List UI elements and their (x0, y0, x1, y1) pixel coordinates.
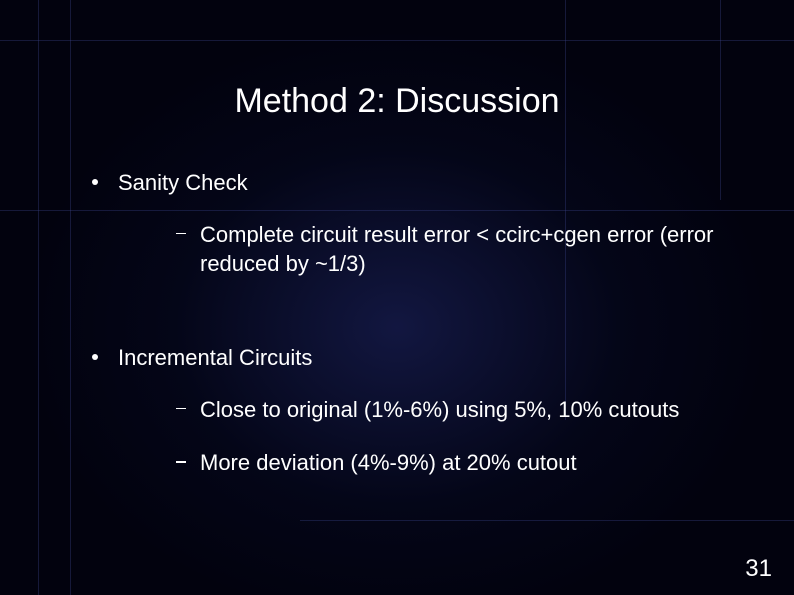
bullet-incremental-circuits: Incremental Circuits Close to original (… (86, 343, 754, 478)
bullet-label: Incremental Circuits (118, 345, 312, 370)
slide-content: Sanity Check Complete circuit result err… (86, 168, 754, 502)
bullet-sanity-check: Sanity Check Complete circuit result err… (86, 168, 754, 279)
sub-bullet: Close to original (1%-6%) using 5%, 10% … (172, 395, 754, 425)
slide: Method 2: Discussion Sanity Check Comple… (0, 0, 794, 595)
sub-bullet: Complete circuit result error < ccirc+cg… (172, 220, 754, 279)
sub-bullet: More deviation (4%-9%) at 20% cutout (172, 448, 754, 478)
slide-title: Method 2: Discussion (0, 82, 794, 121)
page-number: 31 (745, 555, 772, 583)
bullet-label: Sanity Check (118, 170, 248, 195)
